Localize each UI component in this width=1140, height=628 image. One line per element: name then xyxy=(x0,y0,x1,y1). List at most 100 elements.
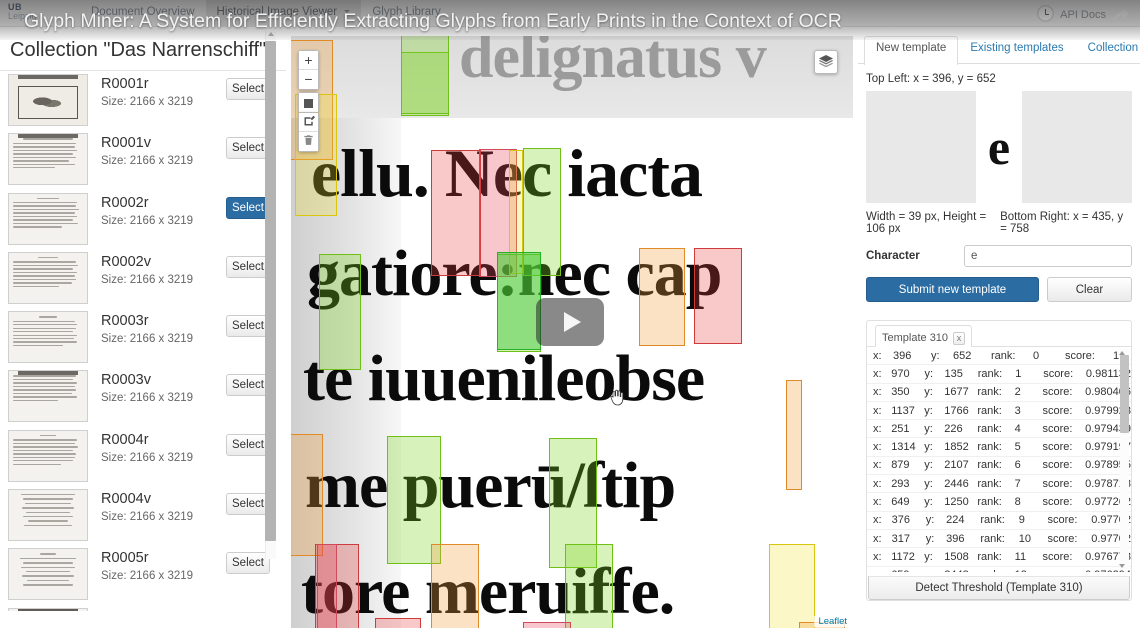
table-row[interactable]: x: 879 y: 2107 rank: 6 score: 0.978955 xyxy=(867,457,1131,476)
x-value: 317 xyxy=(891,532,910,545)
top-navbar: UB Leipzig Document Overview Historical … xyxy=(0,0,1140,27)
nav-item-glyph-library[interactable]: Glyph Library xyxy=(361,0,451,27)
results-tab-template-310[interactable]: Template 310 x xyxy=(875,325,973,347)
results-tabs: Template 310 x xyxy=(867,321,1131,347)
select-button[interactable]: Select xyxy=(226,493,270,516)
rank-value: 4 xyxy=(1014,422,1021,435)
tab-existing-templates[interactable]: Existing templates xyxy=(958,36,1075,63)
layers-control[interactable] xyxy=(814,50,838,74)
score-label: score: xyxy=(1042,441,1073,454)
list-item[interactable]: R0005r Size: 2166 x 3219 Select xyxy=(0,545,286,604)
trash-icon[interactable] xyxy=(299,132,318,151)
detection-box[interactable] xyxy=(431,150,481,276)
edit-delete-control[interactable] xyxy=(298,112,319,152)
document-name: R0001v xyxy=(101,135,151,152)
draw-rectangle-control[interactable] xyxy=(298,92,319,113)
score-label: score: xyxy=(1042,404,1073,417)
table-row[interactable]: x: 1137 y: 1766 rank: 3 score: 0.979923 xyxy=(867,402,1131,421)
document-thumbnail xyxy=(8,251,88,304)
detection-box[interactable] xyxy=(291,434,323,556)
list-item[interactable]: R0003v Size: 2166 x 3219 Select xyxy=(0,367,286,426)
edit-icon[interactable] xyxy=(299,113,318,132)
select-button[interactable]: Select xyxy=(226,315,270,338)
detection-box[interactable] xyxy=(317,544,337,628)
select-button[interactable]: Select xyxy=(226,552,270,575)
historical-image-viewer[interactable]: delignatus v ellu. Nec iacta gatiore:nec… xyxy=(291,36,853,628)
list-item[interactable]: R0004r Size: 2166 x 3219 Select xyxy=(0,427,286,486)
nav-item-historical-image-viewer[interactable]: Historical Image Viewer xyxy=(205,0,362,27)
scroll-down-arrow-icon[interactable] xyxy=(1119,564,1125,568)
submit-new-template-button[interactable]: Submit new template xyxy=(866,277,1039,302)
select-button[interactable]: Select xyxy=(226,255,270,278)
template-panel: New template Existing templates Collecti… xyxy=(858,36,1140,628)
select-button[interactable]: Select xyxy=(226,78,270,100)
detection-box[interactable] xyxy=(639,248,685,346)
sidebar-scrollbar-thumb[interactable] xyxy=(265,41,276,541)
table-row[interactable]: x: 251 y: 226 rank: 4 score: 0.979439 xyxy=(867,420,1131,439)
table-row[interactable]: x:659 y:2448 rank:12 score:0.976294 xyxy=(867,567,1131,572)
detect-threshold-button[interactable]: Detect Threshold (Template 310) xyxy=(868,576,1130,600)
list-item[interactable]: R0001r Size: 2166 x 3219 Select xyxy=(0,71,286,130)
detection-box[interactable] xyxy=(401,36,449,114)
table-row[interactable]: x: 1172 y: 1508 rank: 11 score: 0.976778 xyxy=(867,548,1131,567)
tab-collection-templates[interactable]: Collection templates xyxy=(1076,36,1140,63)
detection-box[interactable] xyxy=(319,254,361,370)
table-row[interactable]: x: 1314 y: 1852 rank: 5 score: 0.979197 xyxy=(867,438,1131,457)
clear-button[interactable]: Clear xyxy=(1047,277,1132,302)
table-row[interactable]: x: 376 y: 224 rank: 9 score: 0.97702 xyxy=(867,512,1131,530)
detection-box[interactable] xyxy=(375,618,421,628)
detection-box[interactable] xyxy=(694,248,742,344)
table-row[interactable]: x: 970 y: 135 rank: 1 score: 0.981132 xyxy=(867,365,1131,384)
document-size: Size: 2166 x 3219 xyxy=(101,273,194,286)
table-row[interactable]: x: 350 y: 1677 rank: 2 score: 0.980406 xyxy=(867,384,1131,402)
detection-box[interactable] xyxy=(769,544,815,628)
detection-box[interactable] xyxy=(523,622,571,628)
x-label: x: xyxy=(873,459,882,472)
select-button[interactable]: Select xyxy=(226,433,270,456)
close-icon[interactable]: x xyxy=(953,331,966,345)
video-play-button[interactable] xyxy=(536,298,604,346)
document-list[interactable]: R0001r Size: 2166 x 3219 Select R0001v S… xyxy=(0,71,286,611)
rank-value: 2 xyxy=(1014,386,1021,399)
list-item[interactable]: R0004v Size: 2166 x 3219 Select xyxy=(0,486,286,545)
ub-logo[interactable]: UB Leipzig xyxy=(8,3,37,21)
y-label: y: xyxy=(924,367,934,380)
tab-new-template[interactable]: New template xyxy=(864,36,959,65)
document-thumbnail xyxy=(8,192,88,245)
score-label: score: xyxy=(1042,386,1073,399)
table-row[interactable]: x: 649 y: 1250 rank: 8 score: 0.977262 xyxy=(867,493,1131,512)
list-item[interactable]: R0003r Size: 2166 x 3219 Select xyxy=(0,308,286,367)
detection-box[interactable] xyxy=(786,380,802,490)
table-row[interactable]: x: 317 y: 396 rank: 10 score: 0.97702 xyxy=(867,530,1131,549)
y-label: y: xyxy=(924,386,933,399)
leaflet-attribution[interactable]: Leaflet xyxy=(814,616,851,627)
zoom-out-button[interactable]: − xyxy=(299,70,318,89)
clock-icon[interactable] xyxy=(1037,5,1055,22)
select-button[interactable]: Select xyxy=(226,196,270,219)
zoom-control[interactable]: + − xyxy=(298,50,319,90)
detection-box[interactable] xyxy=(565,544,613,628)
share-icon[interactable] xyxy=(1112,6,1130,22)
results-table[interactable]: x: 396 y: 652 rank: 0 score: 1 x: 970 y: 135 r… xyxy=(867,347,1131,572)
select-button[interactable]: Select xyxy=(226,137,270,160)
square-icon[interactable] xyxy=(299,93,318,112)
nav-item-document-overview[interactable]: Document Overview xyxy=(80,0,206,27)
rank-value: 3 xyxy=(1014,404,1021,417)
results-scrollbar-thumb[interactable] xyxy=(1120,355,1129,433)
list-item[interactable]: R0001v Size: 2166 x 3219 Select xyxy=(0,130,286,189)
character-input[interactable] xyxy=(964,245,1132,267)
rank-value: 5 xyxy=(1014,441,1021,454)
list-item[interactable]: R0005v Size: 2166 x 3219 Select xyxy=(0,605,286,611)
api-docs-link[interactable]: API Docs xyxy=(1060,7,1106,21)
table-row[interactable]: x: 293 y: 2446 rank: 7 score: 0.978713 xyxy=(867,475,1131,494)
table-row[interactable]: x: 396 y: 652 rank: 0 score: 1 xyxy=(867,347,1131,366)
detection-box[interactable] xyxy=(431,544,479,628)
list-item[interactable]: R0002r Size: 2166 x 3219 Select xyxy=(0,190,286,249)
scroll-up-arrow-icon[interactable] xyxy=(268,32,274,36)
select-button[interactable]: Select xyxy=(226,374,270,397)
list-item[interactable]: R0002v Size: 2166 x 3219 Select xyxy=(0,249,286,308)
detection-box[interactable] xyxy=(497,252,541,350)
document-meta: R0001r Size: 2166 x 3219 xyxy=(88,74,226,111)
zoom-in-button[interactable]: + xyxy=(299,51,318,70)
template-preview-glyph: e xyxy=(987,119,1011,175)
